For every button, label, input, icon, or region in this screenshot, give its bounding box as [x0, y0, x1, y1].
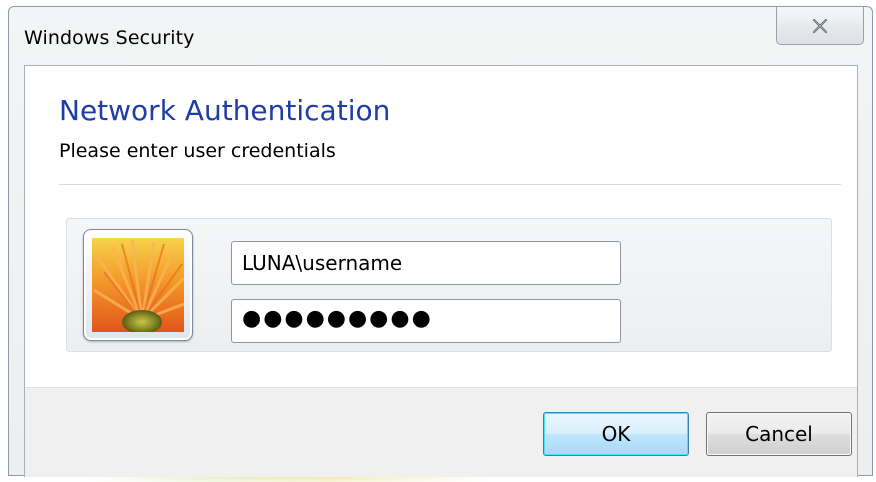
- security-dialog-window: Windows Security Network Authentication …: [8, 6, 873, 477]
- dialog-heading: Network Authentication: [59, 94, 391, 127]
- avatar: [83, 229, 193, 341]
- cancel-button[interactable]: Cancel: [706, 412, 852, 456]
- button-bar: OK Cancel: [25, 387, 857, 477]
- window-title: Windows Security: [24, 27, 195, 49]
- divider: [59, 184, 841, 185]
- dialog-subheading: Please enter user credentials: [59, 140, 336, 162]
- credential-tile[interactable]: LUNA\username ●●●●●●●●●: [66, 218, 832, 352]
- flower-user-tile-icon: [92, 238, 184, 332]
- dialog-content: Network Authentication Please enter user…: [24, 65, 858, 477]
- title-bar[interactable]: Windows Security: [9, 7, 872, 63]
- close-icon: [812, 18, 828, 33]
- close-button[interactable]: [776, 7, 864, 45]
- password-field[interactable]: ●●●●●●●●●: [231, 299, 621, 343]
- ok-button[interactable]: OK: [543, 412, 689, 456]
- username-field[interactable]: LUNA\username: [231, 241, 621, 285]
